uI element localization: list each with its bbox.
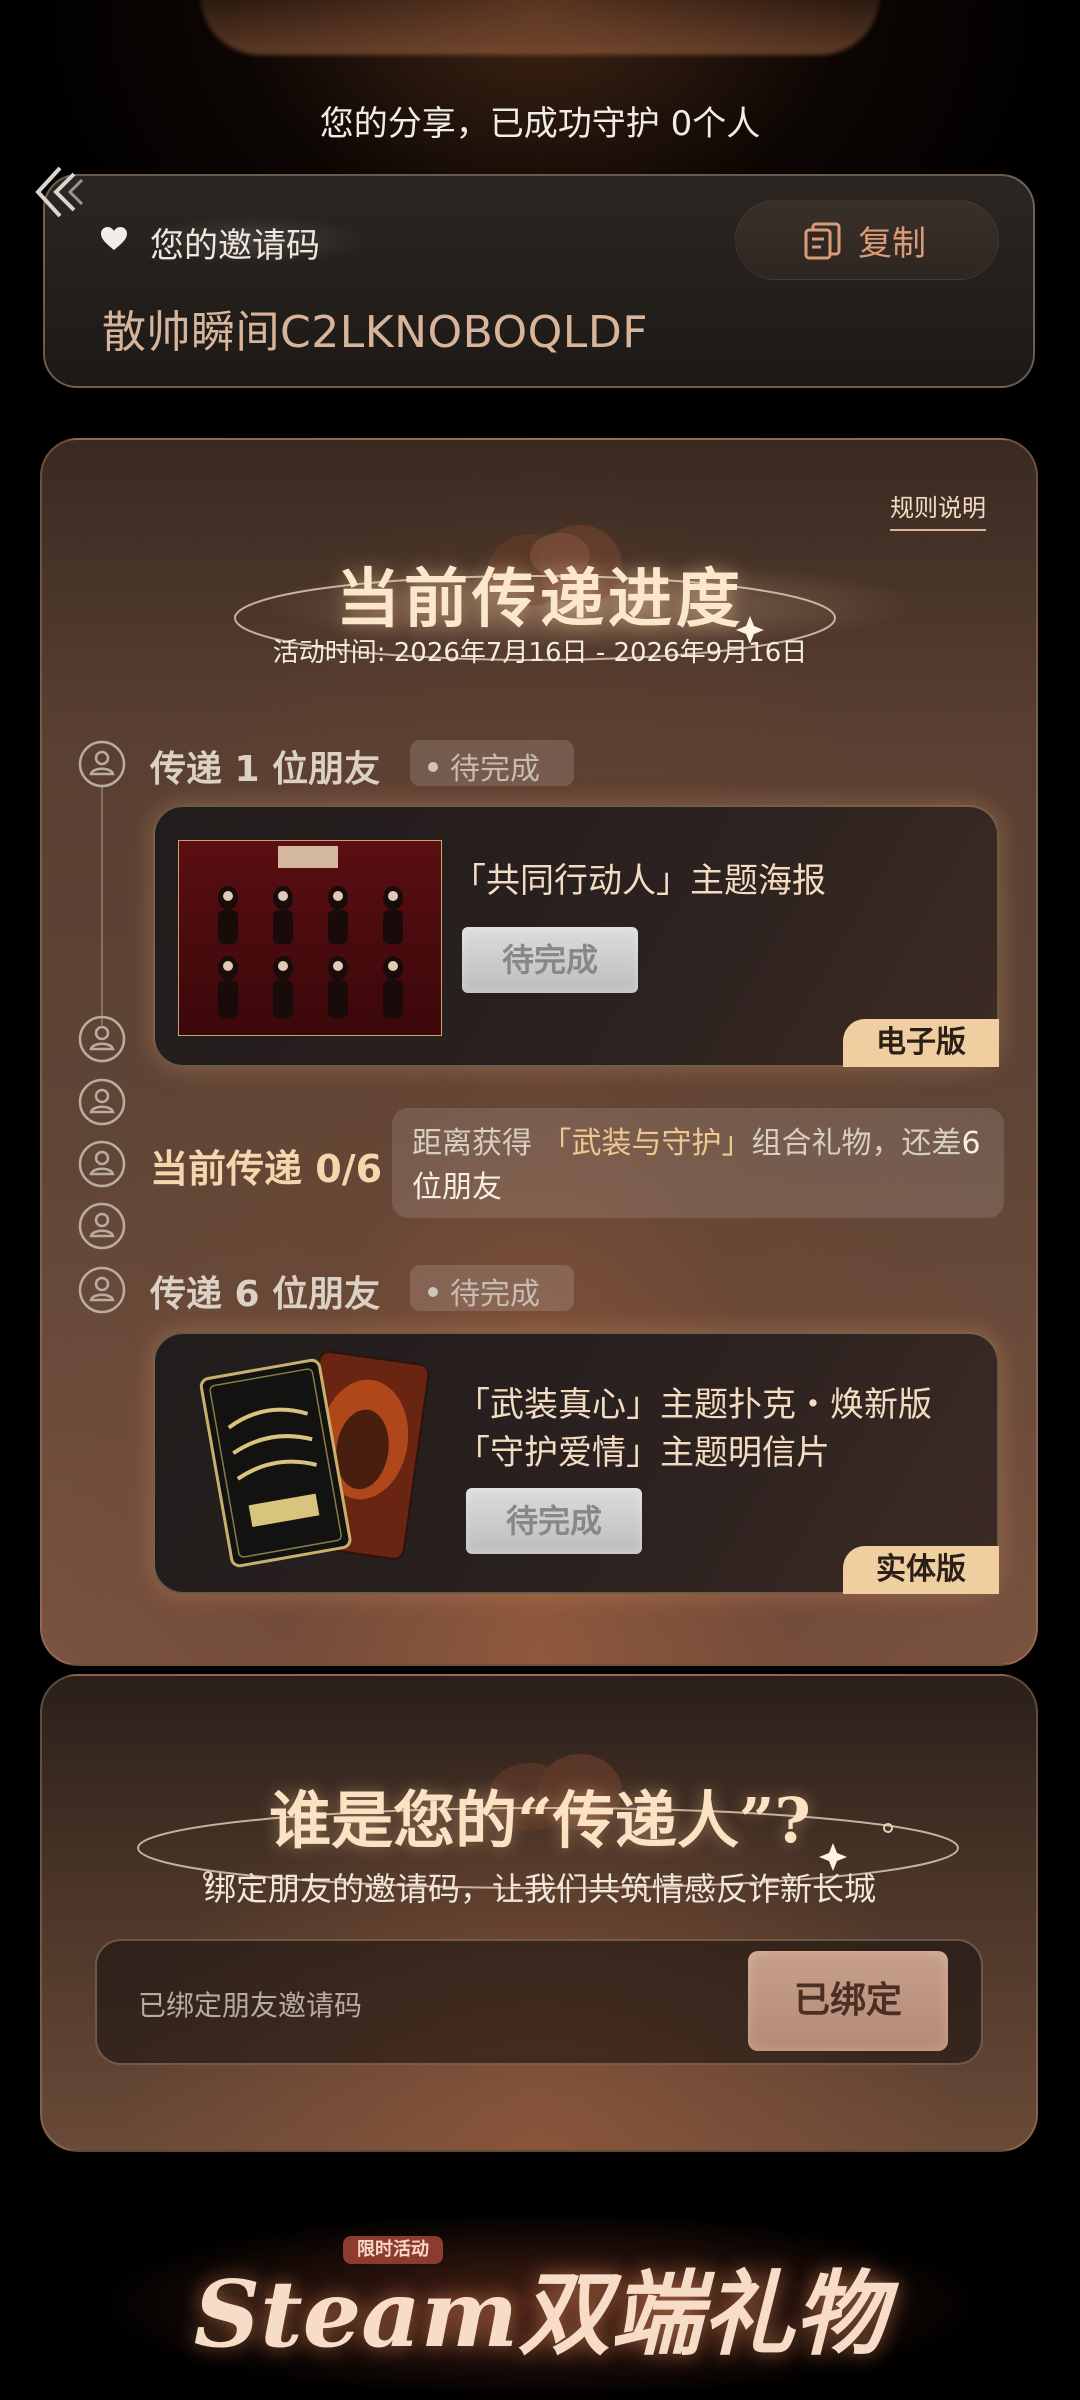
user-node-icon [78, 1015, 126, 1063]
user-node-icon [78, 1140, 126, 1188]
bind-subtitle: 绑定朋友的邀请码，让我们共筑情感反诈新长城 [203, 1870, 876, 1908]
step1-title: 传递 1 位朋友 [150, 749, 381, 790]
invite-code-value: 散帅瞬间C2LKNOBOQLDF [102, 307, 649, 358]
step6-reward-line1: 「武装真心」主题扑克・焕新版 [456, 1385, 932, 1425]
bind-title: 谁是您的“传递人”? [269, 1784, 811, 1857]
info-mid: 组合礼物，还差 [751, 1126, 962, 1161]
step6-title: 传递 6 位朋友 [150, 1274, 381, 1315]
step1-reward-title: 「共同行动人」主题海报 [452, 861, 826, 901]
steam-gift-title: Steam双端礼物 [193, 2260, 887, 2368]
user-node-icon [78, 1202, 126, 1250]
poster-thumbnail [178, 840, 442, 1036]
copy-icon [803, 220, 843, 260]
current-progress-text: 当前传递 [150, 1147, 303, 1191]
step6-pending-button[interactable]: 待完成 [466, 1488, 642, 1554]
step1-pending-button[interactable]: 待完成 [462, 927, 638, 993]
user-node-icon [78, 1266, 126, 1314]
user-node-icon [78, 740, 126, 788]
friend-code-placeholder: 已绑定朋友邀请码 [138, 1989, 363, 2022]
bound-button[interactable]: 已绑定 [748, 1951, 948, 2051]
timeline-line [101, 785, 103, 1025]
step6-status-badge: 待完成 [410, 1265, 574, 1312]
step1-status-text: 待完成 [450, 752, 540, 787]
activity-time: 活动时间: 2026年7月16日 - 2026年9月16日 [272, 638, 808, 668]
remaining-info-box: 距离获得 「武装与守护」组合礼物，还差6位朋友 [392, 1108, 1004, 1218]
step6-reward-line2: 「守护爱情」主题明信片 [456, 1433, 830, 1473]
current-progress-count: 0/6 [315, 1147, 383, 1191]
step6-physical-tag: 实体版 [843, 1546, 999, 1594]
step1-digital-tag: 电子版 [843, 1019, 999, 1067]
poker-postcard-thumbnail [199, 1350, 430, 1568]
share-summary-text: 您的分享，已成功守护 0个人 [319, 104, 761, 144]
info-gift-name: 「武装与守护」 [541, 1126, 752, 1161]
info-prefix: 距离获得 [412, 1126, 532, 1161]
current-progress-label: 当前传递 0/6 [150, 1138, 382, 1193]
invite-code-label: 您的邀请码 [150, 226, 320, 266]
rules-link[interactable]: 规则说明 [890, 488, 986, 531]
step1-status-badge: 待完成 [410, 740, 574, 787]
top-banner-fragment [200, 0, 880, 55]
progress-title: 当前传递进度 [336, 562, 744, 637]
user-node-icon [78, 1078, 126, 1126]
limited-time-badge: 限时活动 [343, 2236, 443, 2264]
step6-status-text: 待完成 [450, 1277, 540, 1312]
back-arrow-icon[interactable] [30, 162, 90, 222]
heart-icon [100, 226, 128, 252]
copy-button-label[interactable]: 复制 [858, 216, 926, 265]
